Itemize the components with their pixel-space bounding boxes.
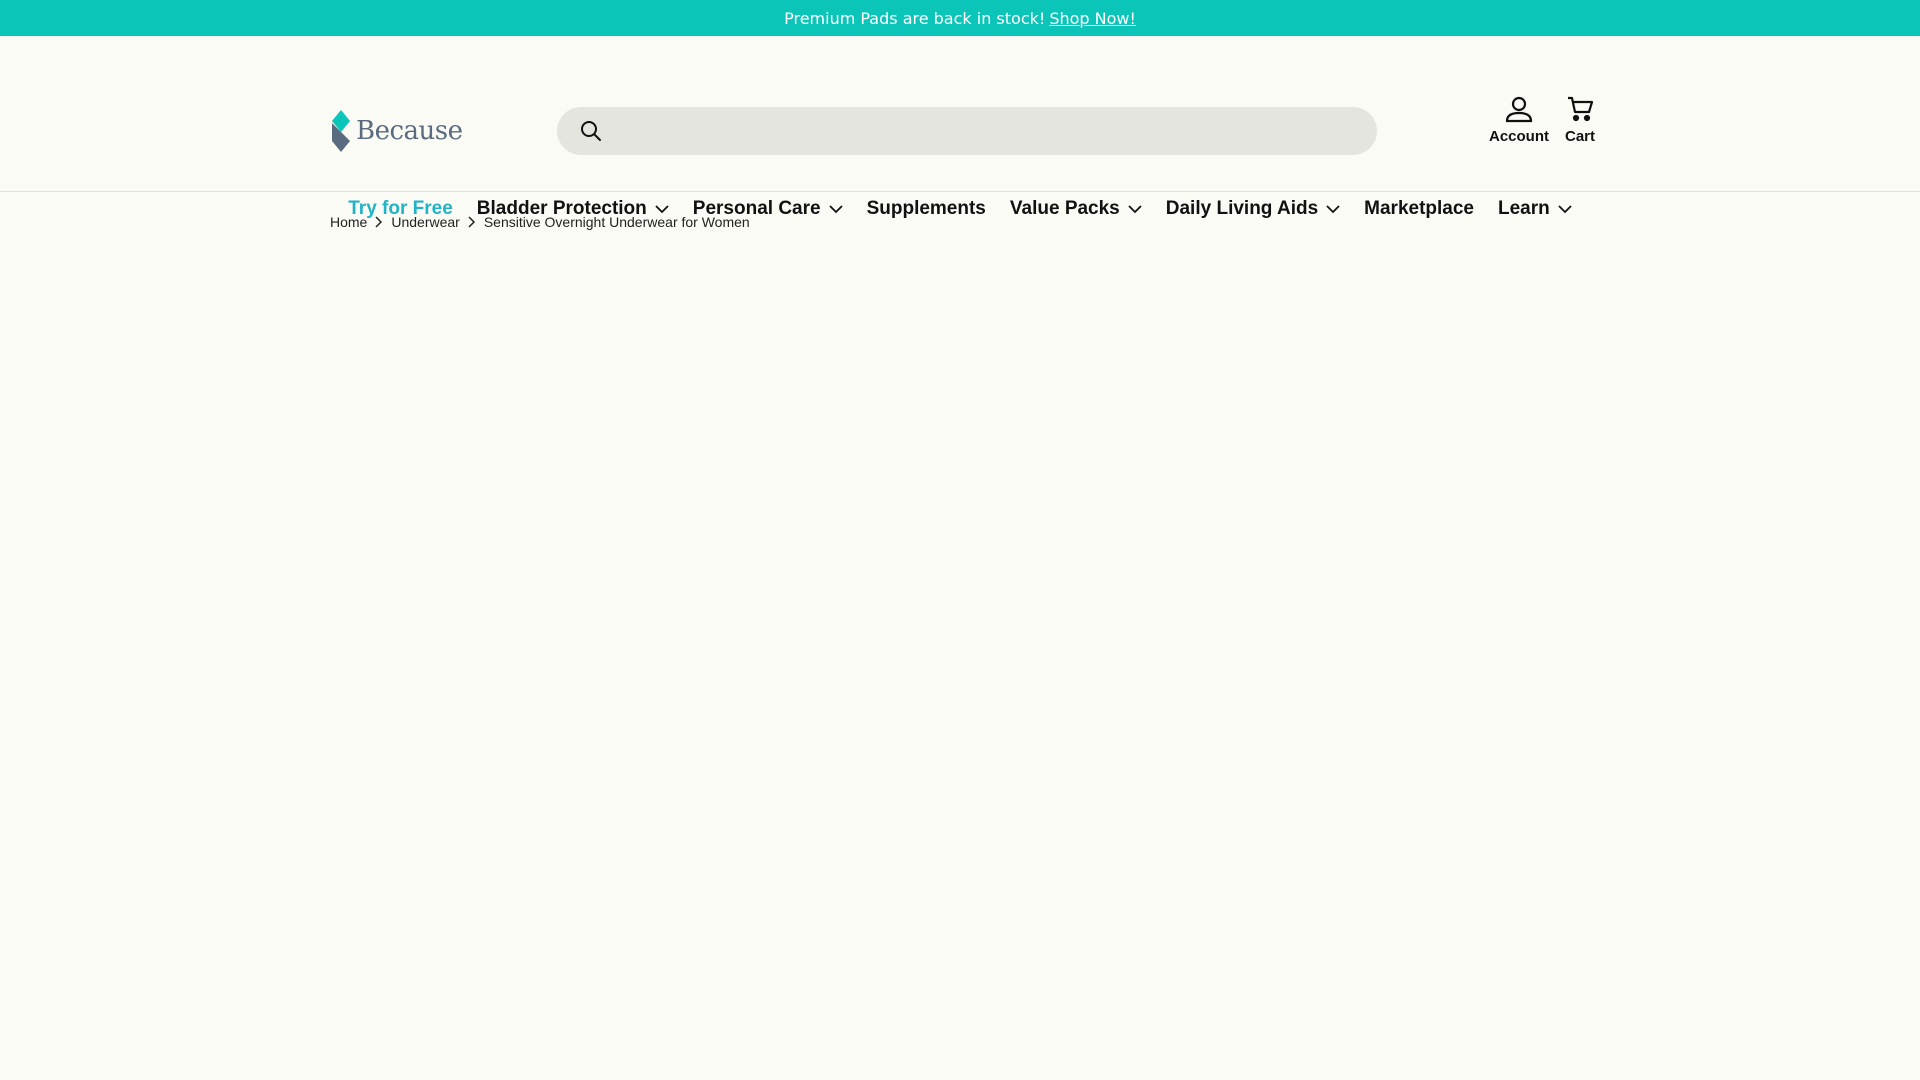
announcement-bar: Premium Pads are back in stock! Shop Now… — [0, 0, 1920, 36]
account-button[interactable]: Account — [1489, 94, 1549, 145]
account-label: Account — [1488, 128, 1549, 145]
chevron-down-icon — [828, 204, 843, 213]
breadcrumb-underwear[interactable]: Underwear — [391, 214, 459, 230]
chevron-right-icon — [468, 216, 475, 228]
breadcrumb-current: Sensitive Overnight Underwear for Women — [483, 214, 750, 230]
nav-item-daily-living-aids[interactable]: Daily Living Aids — [1166, 198, 1340, 220]
site-header: Because Account Cart Try for Free Bladde… — [0, 36, 1920, 219]
nav-item-marketplace[interactable]: Marketplace — [1364, 198, 1474, 220]
account-icon — [1505, 96, 1533, 123]
chevron-right-icon — [375, 216, 383, 228]
search-icon[interactable] — [579, 119, 603, 143]
search-bar[interactable] — [557, 107, 1377, 155]
breadcrumb-home[interactable]: Home — [330, 214, 367, 230]
nav-item-value-packs[interactable]: Value Packs — [1010, 198, 1142, 220]
nav-item-supplements[interactable]: Supplements — [867, 198, 986, 220]
logo-mark-icon — [332, 110, 350, 152]
logo-text: Because — [356, 116, 463, 146]
chevron-down-icon — [1326, 204, 1340, 213]
cart-icon — [1567, 96, 1594, 122]
nav-item-learn[interactable]: Learn — [1498, 198, 1572, 220]
cart-button[interactable]: Cart — [1565, 94, 1595, 145]
main-nav: Try for Free Bladder Protection Personal… — [0, 191, 1920, 227]
announcement-text: Premium Pads are back in stock! — [784, 8, 1046, 28]
search-input[interactable] — [613, 107, 1377, 155]
cart-label: Cart — [1564, 128, 1595, 145]
chevron-down-icon — [655, 204, 669, 213]
header-actions: Account Cart — [1489, 94, 1595, 145]
shop-now-link[interactable]: Shop Now! — [1049, 9, 1136, 28]
logo[interactable]: Because — [330, 110, 463, 152]
breadcrumb: Home Underwear Sensitive Overnight Under… — [330, 214, 750, 230]
chevron-down-icon — [1128, 204, 1142, 213]
chevron-down-icon — [1558, 204, 1572, 213]
